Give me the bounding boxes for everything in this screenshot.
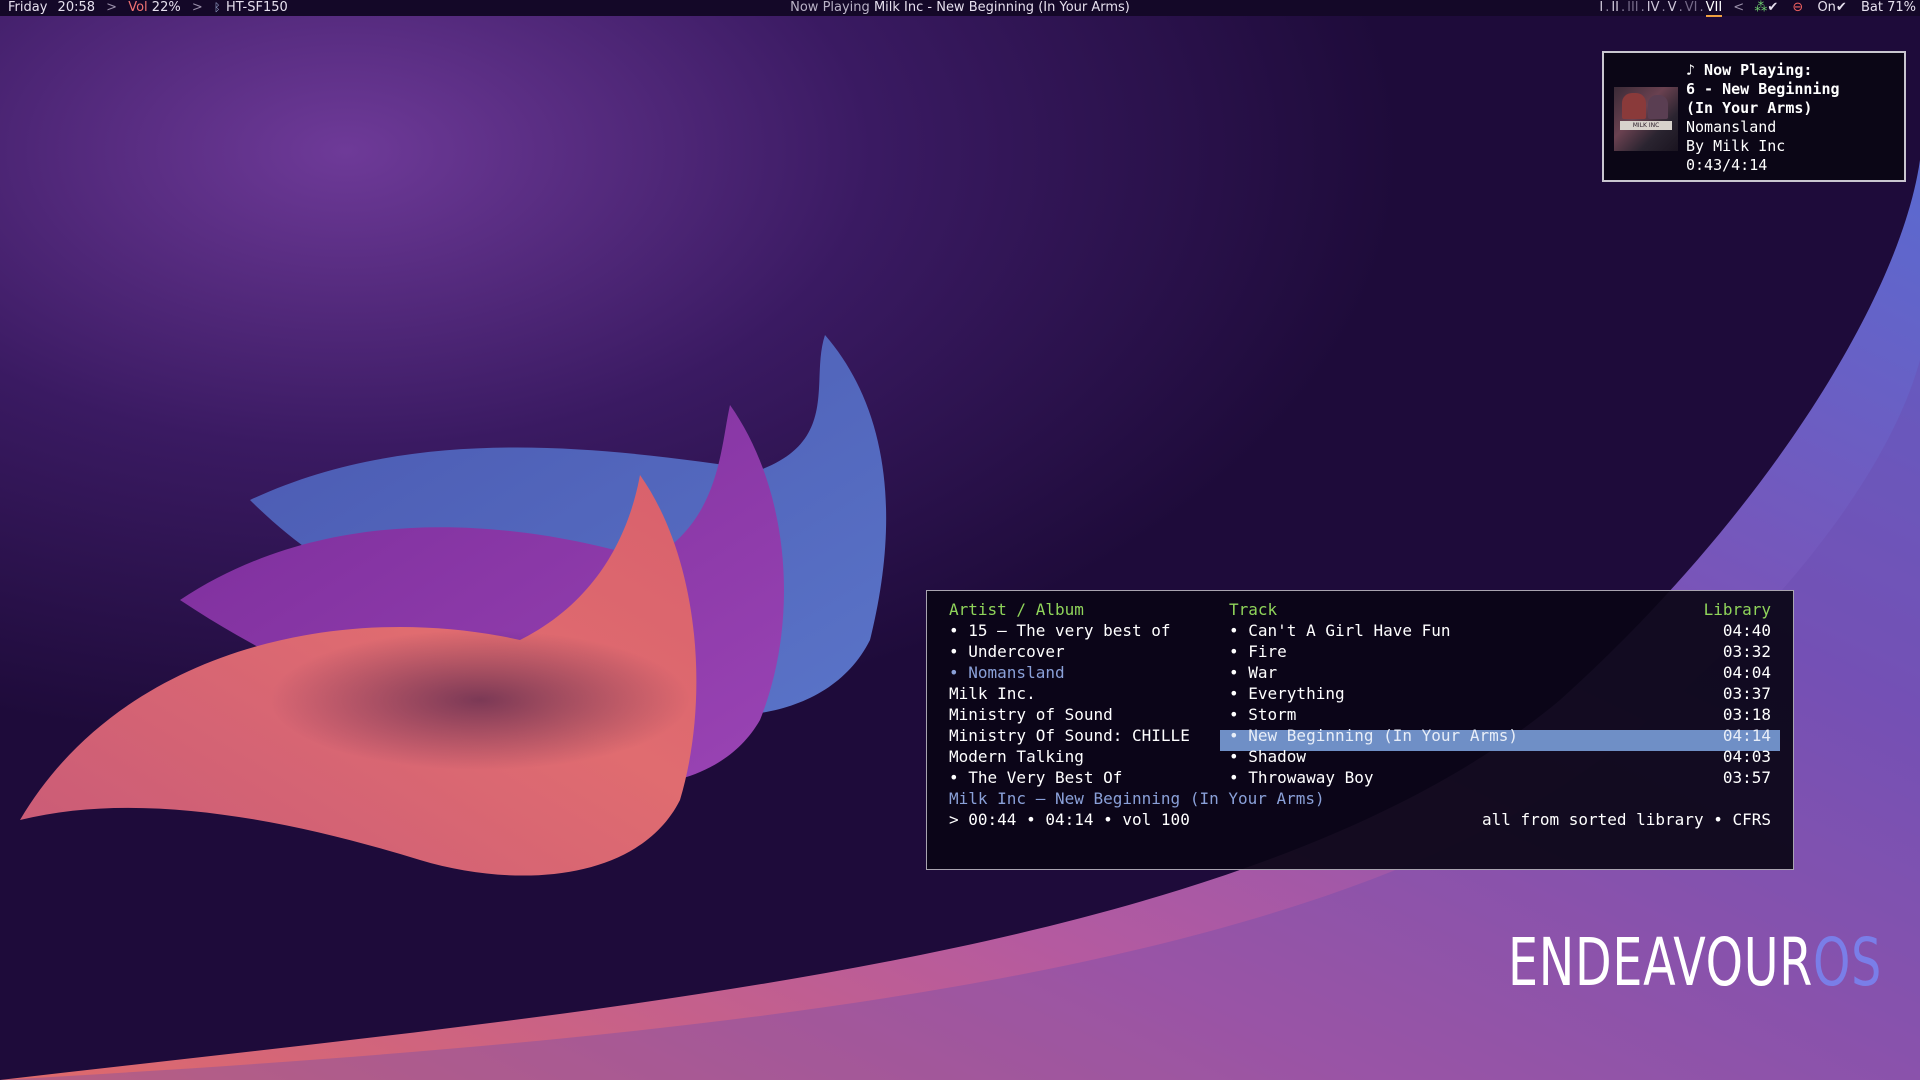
artist-album-item[interactable]: Ministry of Sound (949, 704, 1113, 725)
workspace-separator: . (1640, 0, 1645, 15)
track-duration: 04:03 (1722, 747, 1771, 766)
logo-main-text: ENDEAVOUR (1508, 924, 1814, 1001)
vpn-status: On (1817, 0, 1836, 15)
artist-album-item[interactable]: • Undercover (949, 641, 1065, 662)
track-title[interactable]: • War (1229, 662, 1277, 683)
workspace-list: I. II. III. IV. V. VI. VII (1598, 0, 1723, 17)
track-duration: 04:04 (1722, 663, 1771, 682)
network-icon[interactable]: ⁂ (1754, 0, 1767, 15)
workspace-7[interactable]: VII (1705, 0, 1723, 17)
workspace-3[interactable]: III (1627, 0, 1639, 15)
logo-accent-text: OS (1813, 924, 1883, 1001)
workspace-4[interactable]: IV (1647, 0, 1660, 15)
artist-album-item[interactable]: • 15 – The very best of (949, 620, 1171, 641)
track-duration: 03:57 (1722, 768, 1771, 787)
status-mode: all from sorted library • CFRS (1482, 810, 1771, 829)
artist-album-item[interactable]: Milk Inc. (949, 683, 1036, 704)
track-title[interactable]: • Throwaway Boy (1229, 767, 1374, 788)
workspace-1[interactable]: I (1599, 0, 1603, 15)
album-art-figure (1648, 95, 1668, 119)
workspace-separator: . (1678, 0, 1683, 15)
track-duration: 04:14 (1722, 726, 1771, 745)
notification-track-cont: (In Your Arms) (1686, 99, 1813, 117)
status-progress: > 00:44 • 04:14 • vol 100 (949, 810, 1190, 829)
workspace-separator: . (1699, 0, 1704, 15)
notification-title: ♪ Now Playing: (1686, 61, 1813, 79)
workspace-separator: . (1605, 0, 1610, 15)
workspace-6[interactable]: VI (1685, 0, 1698, 15)
artist-album-item[interactable]: Ministry Of Sound: CHILLE (949, 725, 1190, 746)
track-duration: 04:40 (1722, 621, 1771, 640)
artist-album-item[interactable]: • Nomansland (949, 662, 1065, 683)
track-title[interactable]: • Fire (1229, 641, 1287, 662)
library-header: Library (1703, 600, 1771, 619)
workspace-separator: . (1661, 0, 1666, 15)
top-status-bar: Friday 20:58 > Vol 22% > ᛒ HT-SF150 Now … (0, 0, 1920, 17)
album-art-figure (1622, 93, 1646, 119)
topbar-right: I. II. III. IV. V. VI. VII < ⁂✔ ⊖ On✔ Bat 71% (1598, 0, 1916, 17)
network-check-icon: ✔ (1767, 0, 1779, 15)
music-player-terminal[interactable]: Artist / Album Track Library • 15 – The … (926, 590, 1794, 870)
vpn-icon[interactable]: ⊖ (1792, 0, 1803, 15)
workspace-2[interactable]: II (1611, 0, 1619, 15)
track-duration: 03:32 (1722, 642, 1771, 661)
status-now-playing: Milk Inc – New Beginning (In Your Arms) (949, 789, 1325, 808)
track-title[interactable]: • New Beginning (In Your Arms) (1229, 725, 1518, 746)
battery-label: Bat (1860, 0, 1883, 15)
notification-progress: 0:43/4:14 (1686, 156, 1768, 174)
track-title[interactable]: • Shadow (1229, 746, 1306, 767)
notification-artist: By Milk Inc (1686, 137, 1786, 155)
arrow-separator: < (1733, 0, 1745, 15)
track-duration: 03:18 (1722, 705, 1771, 724)
track-title[interactable]: • Can't A Girl Have Fun (1229, 620, 1451, 641)
endeavouros-logo: ENDEAVOUROS (1508, 930, 1882, 996)
now-playing-notification[interactable]: MILK INC ♪ Now Playing: 6 - New Beginnin… (1602, 51, 1906, 182)
notification-text: ♪ Now Playing: 6 - New Beginning (In You… (1686, 61, 1902, 175)
track-duration: 03:37 (1722, 684, 1771, 703)
notification-track: 6 - New Beginning (1686, 80, 1840, 98)
now-playing-label: Now Playing (790, 0, 870, 15)
artist-album-item[interactable]: Modern Talking (949, 746, 1084, 767)
workspace-5[interactable]: V (1668, 0, 1677, 15)
desktop: Friday 20:58 > Vol 22% > ᛒ HT-SF150 Now … (0, 0, 1920, 1080)
track-header: Track (1229, 600, 1278, 619)
notification-album: Nomansland (1686, 118, 1777, 136)
track-title[interactable]: • Storm (1229, 704, 1296, 725)
track-title[interactable]: • Everything (1229, 683, 1345, 704)
vpn-check-icon: ✔ (1835, 0, 1847, 15)
now-playing-value: Milk Inc - New Beginning (In Your Arms) (873, 0, 1130, 15)
artist-album-item[interactable]: • The Very Best Of (949, 767, 1122, 788)
album-art-label: MILK INC (1620, 121, 1672, 130)
battery-value[interactable]: 71% (1887, 0, 1916, 15)
workspace-separator: . (1621, 0, 1626, 15)
artist-album-header: Artist / Album (949, 600, 1084, 619)
album-art-thumbnail: MILK INC (1614, 87, 1678, 151)
